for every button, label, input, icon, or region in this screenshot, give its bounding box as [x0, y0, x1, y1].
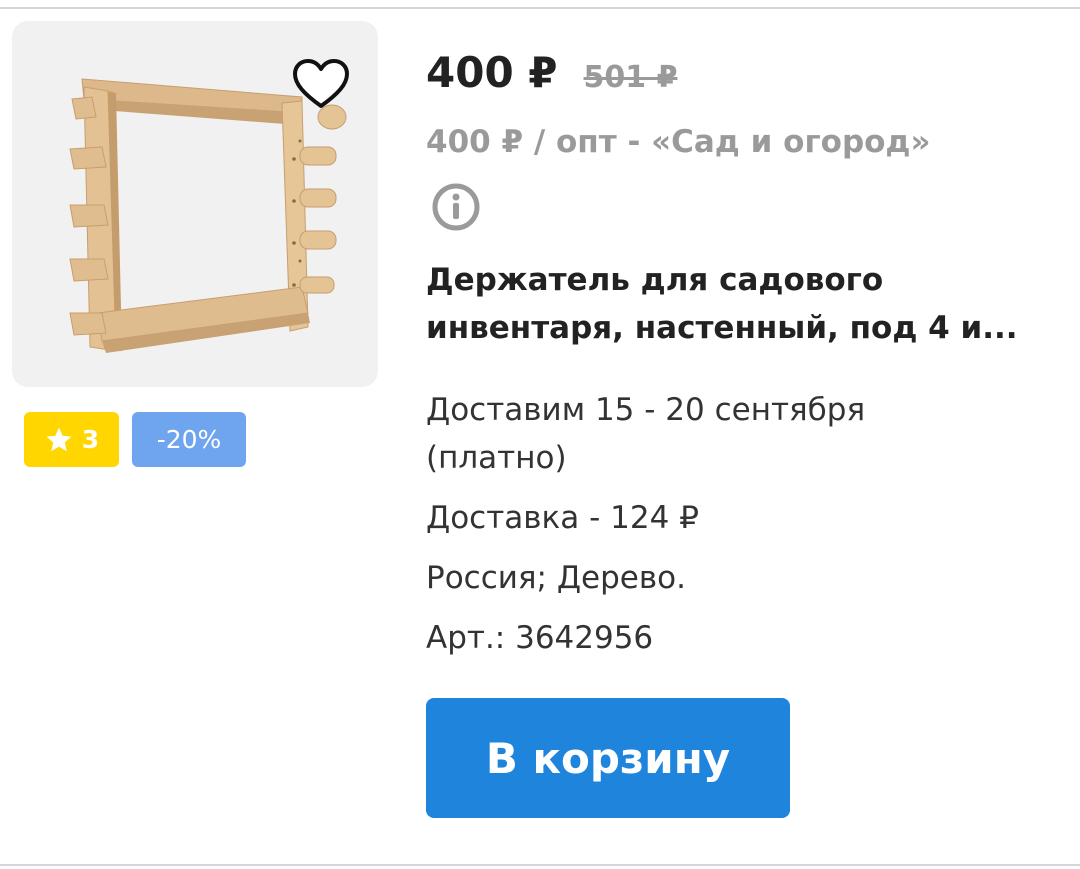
product-title[interactable]: Держатель для садового инвентаря, настен… [426, 256, 1046, 352]
delivery-note: (платно) [426, 440, 567, 476]
product-card[interactable]: 3 -20% 400 ₽ 501 ₽ 400 ₽ / опт - «Сад и … [0, 0, 1080, 869]
top-divider [0, 7, 1080, 9]
article-number: Арт.: 3642956 [426, 620, 654, 656]
heart-outline-icon [293, 59, 349, 108]
rating-value: 3 [81, 425, 100, 454]
star-icon [46, 427, 72, 451]
rating-badge: 3 [24, 412, 119, 467]
badges-row: 3 -20% [24, 412, 246, 467]
discount-badge: -20% [132, 412, 246, 467]
discount-value: -20% [156, 425, 222, 454]
add-to-cart-button[interactable]: В корзину [426, 698, 790, 818]
old-price: 501 ₽ [583, 60, 678, 95]
price-row: 400 ₽ 501 ₽ [426, 48, 677, 97]
delivery-cost: Доставка - 124 ₽ [426, 500, 699, 536]
info-icon [432, 183, 480, 231]
wholesale-price: 400 ₽ / опт - «Сад и огород» [426, 124, 931, 160]
origin-material: Россия; Дерево. [426, 560, 686, 596]
delivery-date: Доставим 15 - 20 сентября [426, 392, 866, 428]
favorite-button[interactable] [290, 56, 352, 112]
current-price: 400 ₽ [426, 48, 558, 97]
bottom-divider [0, 864, 1080, 866]
product-details: Доставим 15 - 20 сентября (платно) Доста… [426, 386, 986, 662]
info-button[interactable] [431, 182, 481, 232]
